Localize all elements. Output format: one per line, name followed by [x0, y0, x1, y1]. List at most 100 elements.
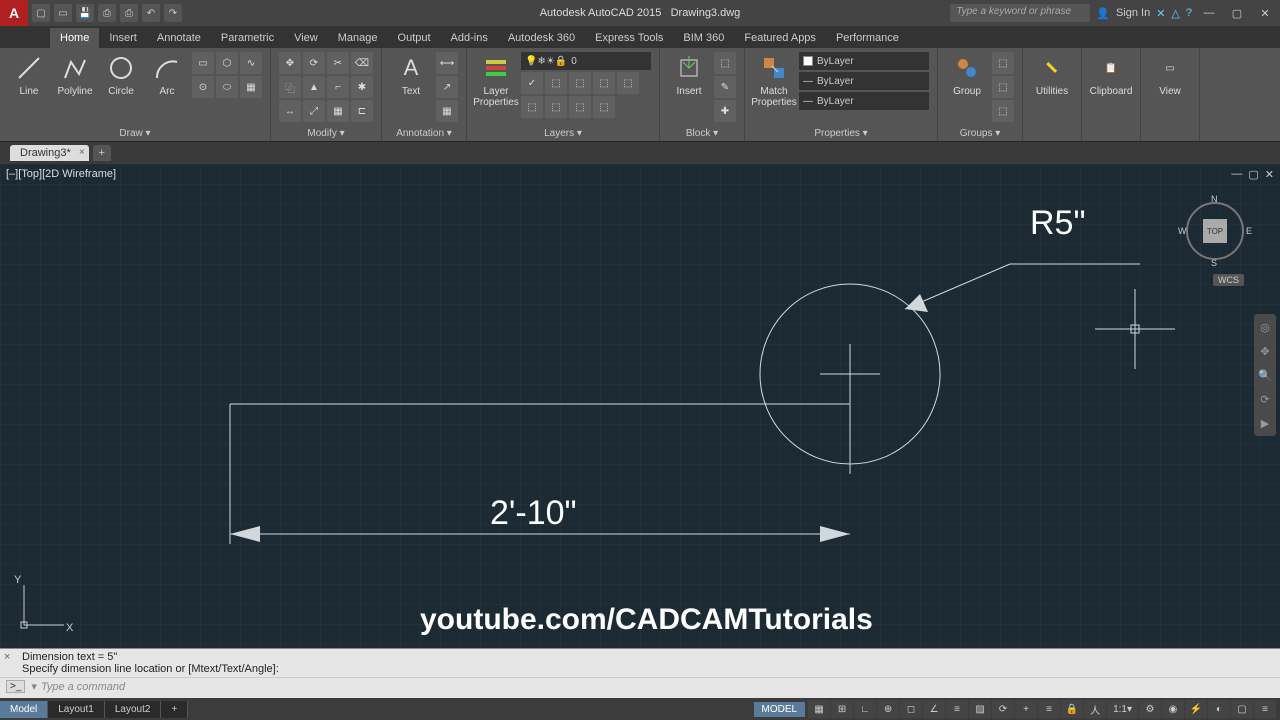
qat-undo-icon[interactable]: ↶	[142, 4, 160, 22]
trim-icon[interactable]: ✂	[327, 52, 349, 74]
viewcube-n[interactable]: N	[1211, 194, 1218, 204]
array-icon[interactable]: ▦	[327, 100, 349, 122]
viewcube-s[interactable]: S	[1211, 258, 1217, 268]
line-button[interactable]: Line	[8, 52, 50, 97]
polyline-button[interactable]: Polyline	[54, 52, 96, 97]
draw-small-3[interactable]: ∿	[240, 52, 262, 74]
anno-monitor-icon[interactable]: ◉	[1162, 700, 1184, 718]
tab-view[interactable]: View	[284, 28, 328, 48]
block-attr-icon[interactable]: ✚	[714, 100, 736, 122]
tab-bim360[interactable]: BIM 360	[673, 28, 734, 48]
tab-manage[interactable]: Manage	[328, 28, 388, 48]
layer-tool-3[interactable]: ⬚	[569, 72, 591, 94]
annotation-vis-icon[interactable]: 人	[1084, 700, 1106, 718]
layer-tool-5[interactable]: ⬚	[617, 72, 639, 94]
group-bbox-icon[interactable]: ⬚	[992, 100, 1014, 122]
model-space-toggle[interactable]: MODEL	[754, 702, 806, 717]
explode-icon[interactable]: ✱	[351, 76, 373, 98]
file-tab-active[interactable]: Drawing3* ×	[10, 145, 89, 161]
transparency-toggle-icon[interactable]: ▨	[969, 700, 991, 718]
scale-icon[interactable]: ⤢	[303, 100, 325, 122]
polar-toggle-icon[interactable]: ⊕	[877, 700, 899, 718]
move-icon[interactable]: ✥	[279, 52, 301, 74]
vp-minimize-icon[interactable]: —	[1231, 168, 1242, 181]
view-cube[interactable]: TOP N S E W	[1180, 196, 1250, 266]
lineweight-toggle-icon[interactable]: ≡	[946, 700, 968, 718]
panel-block-label[interactable]: Block ▾	[668, 126, 736, 139]
tab-performance[interactable]: Performance	[826, 28, 909, 48]
tab-addins[interactable]: Add-ins	[441, 28, 498, 48]
layer-properties-button[interactable]: Layer Properties	[475, 52, 517, 108]
clipboard-button[interactable]: 📋Clipboard	[1090, 52, 1132, 97]
utilities-button[interactable]: 📏Utilities	[1031, 52, 1073, 97]
match-properties-button[interactable]: Match Properties	[753, 52, 795, 108]
qat-open-icon[interactable]: ▭	[54, 4, 72, 22]
layer-tool-9[interactable]: ⬚	[593, 96, 615, 118]
panel-annotation-label[interactable]: Annotation ▾	[390, 126, 458, 139]
tab-output[interactable]: Output	[388, 28, 441, 48]
file-tab-close-icon[interactable]: ×	[79, 147, 85, 158]
lineweight-dropdown[interactable]: — ByLayer	[799, 72, 929, 90]
quick-props-icon[interactable]: ≡	[1038, 700, 1060, 718]
ungroup-icon[interactable]: ⬚	[992, 52, 1014, 74]
dim-table-icon[interactable]: ▦	[436, 100, 458, 122]
isolate-icon[interactable]: ◐	[1208, 700, 1230, 718]
block-create-icon[interactable]: ⬚	[714, 52, 736, 74]
drawing-canvas[interactable]: [–][Top][2D Wireframe] — ▢ ✕ TOP N S E W…	[0, 164, 1280, 648]
stretch-icon[interactable]: ↔	[279, 100, 301, 122]
autodesk360-icon[interactable]: △	[1171, 7, 1179, 20]
block-edit-icon[interactable]: ✎	[714, 76, 736, 98]
circle-button[interactable]: Circle	[100, 52, 142, 97]
group-edit-icon[interactable]: ⬚	[992, 76, 1014, 98]
draw-small-5[interactable]: ⬭	[216, 76, 238, 98]
signin-label[interactable]: Sign In	[1116, 7, 1150, 19]
qat-new-icon[interactable]: ▢	[32, 4, 50, 22]
tab-home[interactable]: Home	[50, 28, 99, 48]
fillet-icon[interactable]: ⌐	[327, 76, 349, 98]
nav-orbit-icon[interactable]: ⟳	[1256, 390, 1274, 408]
osnap-toggle-icon[interactable]: ◻	[900, 700, 922, 718]
tab-featuredapps[interactable]: Featured Apps	[734, 28, 826, 48]
layout-tab-add[interactable]: +	[161, 701, 188, 718]
ortho-toggle-icon[interactable]: ∟	[854, 700, 876, 718]
cmd-close-icon[interactable]: ×	[4, 651, 10, 663]
view-button[interactable]: ▭View	[1149, 52, 1191, 97]
exchange-icon[interactable]: ✕	[1156, 7, 1165, 20]
dim-leader-icon[interactable]: ↗	[436, 76, 458, 98]
tab-autodesk360[interactable]: Autodesk 360	[498, 28, 585, 48]
draw-small-4[interactable]: ⊙	[192, 76, 214, 98]
layout-tab-model[interactable]: Model	[0, 701, 48, 718]
app-logo[interactable]: A	[0, 0, 28, 26]
draw-small-2[interactable]: ⬡	[216, 52, 238, 74]
snap-toggle-icon[interactable]: ⊞	[831, 700, 853, 718]
customize-icon[interactable]: ≡	[1254, 700, 1276, 718]
mirror-icon[interactable]: ▲	[303, 76, 325, 98]
otrack-toggle-icon[interactable]: ∠	[923, 700, 945, 718]
erase-icon[interactable]: ⌫	[351, 52, 373, 74]
dim-linear-icon[interactable]: ⟷	[436, 52, 458, 74]
minimize-button[interactable]: —	[1198, 4, 1220, 22]
layout-tab-2[interactable]: Layout2	[105, 701, 162, 718]
nav-pan-icon[interactable]: ✥	[1256, 342, 1274, 360]
panel-modify-label[interactable]: Modify ▾	[279, 126, 373, 139]
hardware-accel-icon[interactable]: ⚡	[1185, 700, 1207, 718]
nav-showmotion-icon[interactable]: ▶	[1256, 414, 1274, 432]
new-file-tab[interactable]: +	[93, 145, 111, 161]
draw-small-6[interactable]: ▦	[240, 76, 262, 98]
layer-tool-2[interactable]: ⬚	[545, 72, 567, 94]
layer-tool-1[interactable]: ✓	[521, 72, 543, 94]
layer-tool-4[interactable]: ⬚	[593, 72, 615, 94]
tab-annotate[interactable]: Annotate	[147, 28, 211, 48]
layer-dropdown[interactable]: 💡❄☀🔒 0	[521, 52, 651, 70]
dynamic-input-icon[interactable]: +	[1015, 700, 1037, 718]
cmd-placeholder[interactable]: Type a command	[41, 681, 125, 693]
draw-small-1[interactable]: ▭	[192, 52, 214, 74]
panel-draw-label[interactable]: Draw ▾	[8, 126, 262, 139]
vp-close-icon[interactable]: ✕	[1265, 168, 1274, 181]
offset-icon[interactable]: ⊏	[351, 100, 373, 122]
cmd-input-row[interactable]: >_ ▾ Type a command	[0, 677, 1280, 695]
workspace-icon[interactable]: ⚙	[1139, 700, 1161, 718]
linetype-dropdown[interactable]: — ByLayer	[799, 92, 929, 110]
copy-icon[interactable]: ⿻	[279, 76, 301, 98]
layer-tool-8[interactable]: ⬚	[569, 96, 591, 118]
